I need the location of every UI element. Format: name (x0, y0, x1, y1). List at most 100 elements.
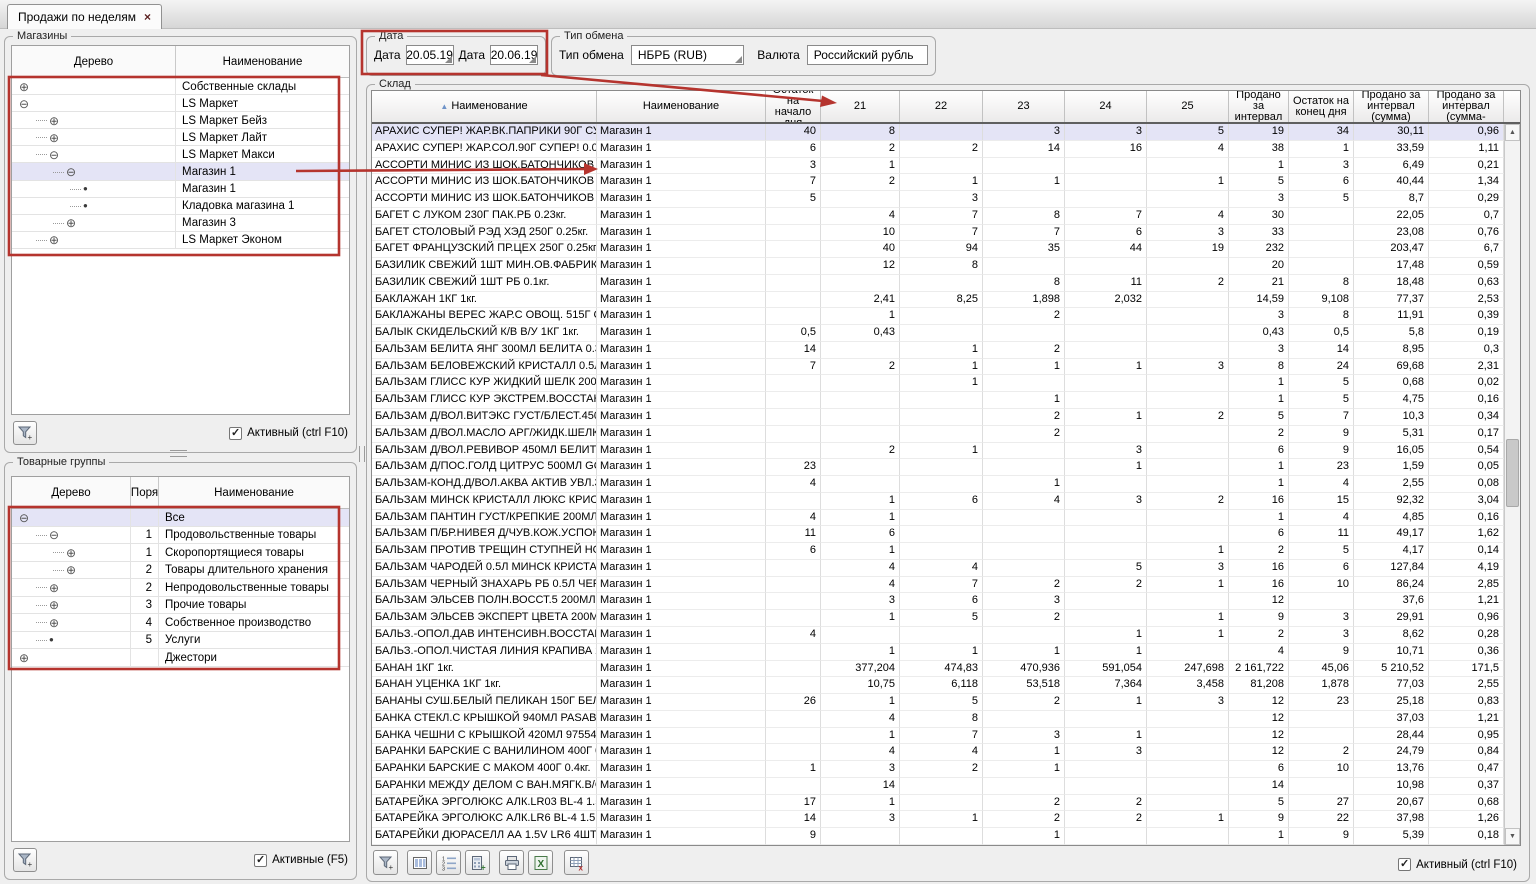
grid-row[interactable]: БАЛЬЗАМ ГЛИСС КУР ЖИДКИЙ ШЕЛК 200М.Магаз… (372, 375, 1504, 392)
header-week-21[interactable]: 21 (821, 91, 900, 122)
expand-icon[interactable]: ⊕ (49, 599, 59, 611)
leaf-icon[interactable]: ● (83, 183, 88, 195)
group-tree-row[interactable]: ⊖Все (12, 509, 349, 527)
grid-row[interactable]: БАЛЬЗАМ БЕЛИТА ЯНГ 300МЛ БЕЛИТА 0.3кМага… (372, 342, 1504, 359)
store-tree-row[interactable]: ⊖LS Маркет (12, 95, 349, 112)
exchange-type-select[interactable]: НБРБ (RUB) (631, 45, 744, 65)
header-week-22[interactable]: 22 (900, 91, 983, 122)
grid-row[interactable]: БАТАРЕЙКА ЭРГОЛЮКС АЛК.LR03 BL-4 1.5ЕМаг… (372, 795, 1504, 812)
group-tree-row[interactable]: ⊕2Товары длительного хранения (12, 562, 349, 580)
grid-row[interactable]: БАТАРЕЙКА ЭРГОЛЮКС АЛК.LR6 BL-4 1.5ВМага… (372, 811, 1504, 828)
grid-row[interactable]: БАНКА СТЕКЛ.С КРЫШКОЙ 940МЛ PASABAHМагаз… (372, 711, 1504, 728)
grid-row[interactable]: БАЛЫК СКИДЕЛЬСКИЙ К/В В/У 1КГ 1кг.Магази… (372, 325, 1504, 342)
expand-icon[interactable]: ⊕ (49, 132, 59, 144)
expand-icon[interactable]: ⊕ (49, 582, 59, 594)
grid-row[interactable]: БАЛЬЗАМ ЭЛЬСЕВ ЭКСПЕРТ ЦВЕТА 200МЛМагази… (372, 610, 1504, 627)
stores-col-name[interactable]: Наименование (176, 46, 349, 77)
expand-icon[interactable]: ⊕ (19, 81, 29, 93)
grid-row[interactable]: БАНАН 1КГ 1кг.Магазин 1377,204474,83470,… (372, 661, 1504, 678)
grid-row[interactable]: БАГЕТ С ЛУКОМ 230Г ПАК.РБ 0.23кг.Магазин… (372, 208, 1504, 225)
grid-row[interactable]: БАЛЬЗ.-ОПОЛ.ЧИСТАЯ ЛИНИЯ КРАПИВА 25Магаз… (372, 644, 1504, 661)
grid-row[interactable]: БАЗИЛИК СВЕЖИЙ 1ШТ МИН.ОВ.ФАБРИКАМагазин… (372, 258, 1504, 275)
column-visibility-button[interactable] (407, 850, 432, 875)
group-tree-row[interactable]: ⊖1Продовольственные товары (12, 527, 349, 545)
grid-row[interactable]: БАЛЬЗАМ ЧЕРНЫЙ ЗНАХАРЬ РБ 0.5Л ЧЕРНМагаз… (372, 577, 1504, 594)
grid-filter-button[interactable]: + (373, 850, 398, 875)
vertical-splitter-handle[interactable] (359, 446, 365, 462)
collapse-icon[interactable]: ⊖ (66, 166, 76, 178)
groups-col-tree[interactable]: Дерево (12, 477, 131, 508)
export-excel-button[interactable]: X (528, 850, 553, 875)
date-from-input[interactable]: 20.05.19 (406, 45, 454, 65)
grid-row[interactable]: БАРАНКИ БАРСКИЕ С ВАНИЛИНОМ 400Г 0.4Мага… (372, 744, 1504, 761)
expand-icon[interactable]: ⊕ (49, 617, 59, 629)
header-week-23[interactable]: 23 (983, 91, 1065, 122)
store-tree-row[interactable]: ⊖LS Маркет Макси (12, 146, 349, 163)
expand-icon[interactable]: ⊕ (49, 115, 59, 127)
row-numbering-button[interactable]: 1 2 3 (436, 850, 461, 875)
reset-grid-button[interactable]: x (564, 850, 589, 875)
grid-row[interactable]: БАЛЬЗАМ ЭЛЬСЕВ ПОЛН.ВОССТ.5 200МЛ ЕМагаз… (372, 593, 1504, 610)
scroll-down-icon[interactable]: ▼ (1505, 828, 1520, 845)
grid-row[interactable]: БАЛЬЗАМ Д/ПОС.ГОЛД ЦИТРУС 500МЛ GOLМагаз… (372, 459, 1504, 476)
tab-close-icon[interactable]: × (144, 10, 151, 24)
grid-row[interactable]: БАЛЬЗАМ ПРОТИВ ТРЕЩИН СТУПНЕЙ НОГМагазин… (372, 543, 1504, 560)
grid-row[interactable]: БАНКА ЧЕШНИ С КРЫШКОЙ 420МЛ 97554 Р.Мага… (372, 728, 1504, 745)
leaf-icon[interactable]: ● (83, 200, 88, 212)
grid-row[interactable]: БАЛЬЗАМ ЧАРОДЕЙ 0.5Л МИНСК КРИСТАЛЛМагаз… (372, 560, 1504, 577)
print-button[interactable] (499, 850, 524, 875)
grid-row[interactable]: БАКЛАЖАН 1КГ 1кг.Магазин 12,418,251,8982… (372, 292, 1504, 309)
grid-row[interactable]: БАЛЬЗАМ Д/ВОЛ.ВИТЭКС ГУСТ/БЛЕСТ.450ММага… (372, 409, 1504, 426)
grid-row[interactable]: БАНАНЫ СУШ.БЕЛЫЙ ПЕЛИКАН 150Г БЕЛЬМагази… (372, 694, 1504, 711)
grid-row[interactable]: БАЛЬЗАМ ГЛИСС КУР ЭКСТРЕМ.ВОССТАН.2Магаз… (372, 392, 1504, 409)
grid-row[interactable]: АРАХИС СУПЕР! ЖАР.ВК.ПАПРИКИ 90Г СУПМага… (372, 124, 1504, 141)
groups-filter-button[interactable]: + (13, 848, 37, 872)
groups-active-checkbox[interactable]: ✓ (254, 854, 267, 867)
group-tree-row[interactable]: ⊕4Собственное производство (12, 614, 349, 632)
grid-row[interactable]: БАТАРЕЙКИ ДЮРАСЕЛЛ АА 1.5V LR6 4ШТ DМага… (372, 828, 1504, 845)
store-tree-row[interactable]: ●Кладовка магазина 1 (12, 198, 349, 215)
grid-row[interactable]: БАЛЬЗАМ П/БР.НИВЕЯ Д/ЧУВ.КОЖ.УСПОК.1Мага… (372, 526, 1504, 543)
grid-row[interactable]: БАЗИЛИК СВЕЖИЙ 1ШТ РБ 0.1кг.Магазин 1811… (372, 275, 1504, 292)
group-tree-row[interactable]: ⊕3Прочие товары (12, 597, 349, 615)
scroll-up-icon[interactable]: ▲ (1505, 124, 1520, 141)
grid-row[interactable]: БАЛЬЗАМ ПАНТИН ГУСТ/КРЕПКИЕ 200МЛ РМагаз… (372, 510, 1504, 527)
header-week-25[interactable]: 25 (1147, 91, 1229, 122)
header-store-name[interactable]: Наименование (597, 91, 766, 122)
grid-row[interactable]: АРАХИС СУПЕР! ЖАР.СОЛ.90Г СУПЕР! 0.09кМа… (372, 141, 1504, 158)
grid-row[interactable]: БАЛЬЗАМ БЕЛОВЕЖСКИЙ КРИСТАЛЛ 0.5Л БМагаз… (372, 359, 1504, 376)
grid-row[interactable]: АССОРТИ МИНИС ИЗ ШОК.БАТОНЧИКОВ 3Магазин… (372, 158, 1504, 175)
stores-active-checkbox[interactable]: ✓ (229, 427, 242, 440)
header-sold-sum[interactable]: Продано за интервал (сумма) (1354, 91, 1429, 122)
expand-icon[interactable]: ⊕ (19, 652, 29, 664)
grid-row[interactable]: БАРАНКИ БАРСКИЕ С МАКОМ 400Г 0.4кг.Магаз… (372, 761, 1504, 778)
collapse-icon[interactable]: ⊖ (49, 529, 59, 541)
grid-row[interactable]: БАЛЬЗАМ-КОНД.Д/ВОЛ.АКВА АКТИВ УВЛ.35Мага… (372, 476, 1504, 493)
grid-row[interactable]: БАНАН УЦЕНКА 1КГ 1кг.Магазин 110,756,118… (372, 677, 1504, 694)
grid-row[interactable]: БАКЛАЖАНЫ ВЕРЕС ЖАР.С ОВОЩ. 515Г СТМагаз… (372, 308, 1504, 325)
group-tree-row[interactable]: ⊕2Непродовольственные товары (12, 579, 349, 597)
header-opening-stock[interactable]: Остаток на начало дня (766, 91, 821, 122)
date-to-input[interactable]: 20.06.19 (490, 45, 538, 65)
store-tree-row[interactable]: ⊕Собственные склады (12, 78, 349, 95)
grid-row[interactable]: АССОРТИ МИНИС ИЗ ШОК.БАТОНЧИКОВ 34Магази… (372, 174, 1504, 191)
totals-calculator-button[interactable]: + (465, 850, 490, 875)
scrollbar-thumb[interactable] (1506, 439, 1519, 507)
store-tree-row[interactable]: ⊕LS Маркет Бейз (12, 112, 349, 129)
groups-col-name[interactable]: Наименование (159, 477, 349, 508)
vertical-scrollbar[interactable]: ▲ ▼ (1504, 124, 1520, 845)
leaf-icon[interactable]: ● (49, 634, 54, 646)
store-tree-row[interactable]: ⊕Магазин 3 (12, 215, 349, 232)
grid-row[interactable]: БАЛЬЗАМ Д/ВОЛ.РЕВИВОР 450МЛ БЕЛИТАМагази… (372, 443, 1504, 460)
grid-row[interactable]: БАЛЬЗ.-ОПОЛ.ДАВ ИНТЕНСИВН.ВОССТАН.2Магаз… (372, 627, 1504, 644)
currency-input[interactable]: Российский рубль (807, 45, 928, 65)
tab-sales-by-weeks[interactable]: Продажи по неделям × (7, 4, 162, 29)
header-product-name[interactable]: ▲ Наименование (372, 91, 597, 122)
collapse-icon[interactable]: ⊖ (49, 149, 59, 161)
stores-col-tree[interactable]: Дерево (12, 46, 176, 77)
group-tree-row[interactable]: ⊕Джестори (12, 649, 349, 667)
header-week-24[interactable]: 24 (1065, 91, 1147, 122)
store-tree-row[interactable]: ●Магазин 1 (12, 181, 349, 198)
grid-row[interactable]: БАЛЬЗАМ МИНСК КРИСТАЛЛ ЛЮКС КРИСТАМагази… (372, 493, 1504, 510)
group-tree-row[interactable]: ⊕1Скоропортящиеся товары (12, 544, 349, 562)
